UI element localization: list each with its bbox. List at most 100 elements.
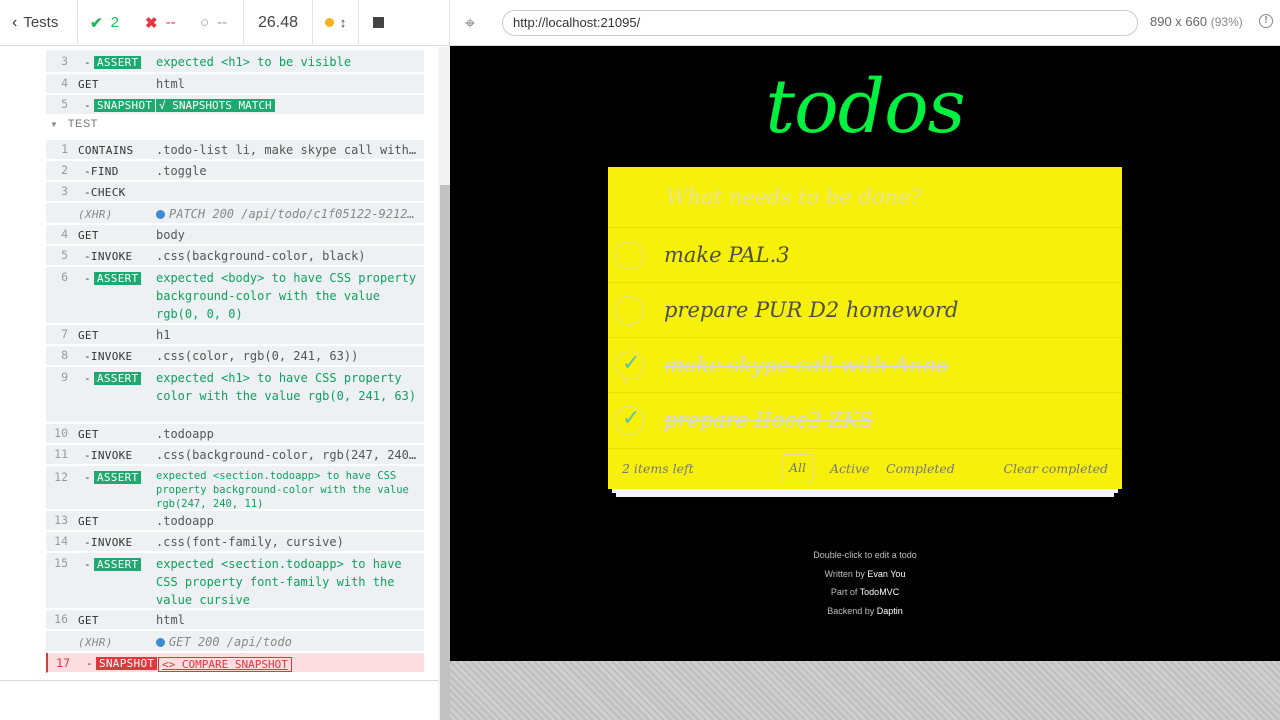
command-row[interactable]: 13 GET .todoapp (46, 511, 424, 531)
command-row[interactable]: 1 CONTAINS .todo-list li, make skype call … (46, 140, 424, 160)
command-row[interactable]: 4 GET body (46, 225, 424, 245)
command-number: 3 (61, 184, 68, 198)
command-message: .css(background-color, rgb(247, 240, 11)… (156, 448, 418, 462)
command-row[interactable]: 16 GET html (46, 610, 424, 630)
test-section-label: TEST (67, 118, 98, 130)
command-nesting-dash: - (84, 99, 91, 112)
pending-circle-icon: ○ (200, 14, 210, 31)
command-row[interactable]: 5 - SNAPSHOT √ SNAPSHOTS MATCH (46, 95, 424, 115)
todo-toggle[interactable] (615, 296, 644, 325)
command-message: GET 200 /api/todo (156, 633, 418, 651)
command-number: 16 (54, 612, 68, 626)
command-row[interactable]: 10 GET .todoapp (46, 424, 424, 444)
checkmark-icon: ✓ (622, 350, 641, 375)
auto-scroll-toggle[interactable]: ↕ (313, 0, 358, 46)
command-message: expected <h1> to have CSS property color… (156, 371, 417, 403)
command-log[interactable]: ▼ TEST 3- ASSERT expected <h1> to be visib… (0, 47, 438, 680)
todo-item[interactable]: make PAL.3 (608, 227, 1122, 282)
info-prefix: Written by (824, 568, 865, 579)
command-number: 4 (61, 227, 68, 241)
command-name: -INVOKE (84, 350, 133, 363)
todo-app: What needs to be done? make PAL.3 prepare… (608, 167, 1122, 489)
reporter-panel: ‹ Tests ✔ 2 ✖ -- ○ -- 26.48 ↕ ▼ TEST 3-A… (0, 0, 450, 720)
pending-count: -- (217, 14, 228, 31)
command-name: - SNAPSHOT (78, 99, 156, 112)
command-row[interactable]: 6 - ASSERT expected <body> to have CSS prop… (46, 267, 424, 324)
command-message: expected <body> to have CSS property bac… (156, 271, 417, 321)
collapse-triangle-icon: ▼ (50, 120, 59, 129)
info-icon[interactable]: ! (1259, 14, 1273, 28)
info-line: Backend by Daptin (450, 602, 1280, 621)
stop-button[interactable] (358, 0, 398, 46)
command-message: expected <section.todoapp> to have CSS p… (156, 557, 402, 607)
x-icon: ✖ (145, 14, 158, 32)
todo-toggle[interactable] (615, 241, 644, 270)
scrollbar-thumb[interactable] (440, 185, 450, 720)
stop-icon (373, 17, 384, 28)
todo-label[interactable]: prepare PUR D2 homeword (664, 283, 958, 338)
app-under-test: todos What needs to be done? make PAL.3 p… (450, 46, 1280, 661)
command-name: - ASSERT (78, 471, 142, 484)
command-row[interactable]: 4 GET html (46, 74, 424, 94)
command-row[interactable]: 14 -INVOKE .css(font-family, cursive) (46, 532, 424, 552)
viewport-dimensions: 890 x 660 (1150, 14, 1208, 29)
command-badge: ASSERT (93, 471, 142, 484)
tests-button[interactable]: ‹ Tests (0, 0, 78, 46)
command-row[interactable]: 17 - SNAPSHOT <> COMPARE SNAPSHOT (46, 653, 424, 673)
filter-all-link[interactable]: All (782, 454, 814, 482)
new-todo-input[interactable]: What needs to be done? (608, 167, 1122, 227)
command-message: html (156, 77, 185, 91)
command-row[interactable]: 2 -FIND .toggle (46, 161, 424, 181)
checkmark-icon: ✓ (622, 405, 641, 430)
filter-active-link[interactable]: Active (830, 461, 870, 476)
command-badge: SNAPSHOT (95, 657, 158, 670)
todo-footer: 2 items left All Active Completed Clear … (608, 448, 1122, 489)
command-nesting-dash: - (86, 657, 93, 670)
up-down-icon: ↕ (339, 15, 347, 30)
command-row[interactable]: (XHR) PATCH 200 /api/todo/c1f05122-9212-4… (46, 203, 424, 224)
command-message: .todoapp (156, 514, 214, 528)
todo-label[interactable]: make PAL.3 (664, 228, 790, 283)
todo-label[interactable]: make skype call with Anna (664, 338, 949, 393)
command-message: √ SNAPSHOTS MATCH (156, 96, 418, 115)
command-row[interactable]: 8 -INVOKE .css(color, rgb(0, 241, 63)) (46, 346, 424, 366)
viewport-size: 890 x 660 (93%) (1150, 14, 1243, 29)
todomvc-link[interactable]: TodoMVC (860, 587, 900, 597)
filter-completed-link[interactable]: Completed (886, 461, 955, 476)
url-bar[interactable]: http://localhost:21095/ (502, 10, 1138, 36)
command-number: 5 (61, 248, 68, 262)
command-message: expected <section.todoapp> to have CSS p… (156, 470, 409, 510)
xhr-status-dot-icon (156, 210, 165, 219)
command-badge: ASSERT (93, 56, 142, 69)
command-row[interactable]: 5 -INVOKE .css(background-color, black) (46, 246, 424, 266)
command-row[interactable]: 12 - ASSERT expected <section.todoapp> to h… (46, 466, 424, 510)
command-row[interactable]: 9 - ASSERT expected <h1> to have CSS proper… (46, 367, 424, 423)
command-row[interactable]: (XHR) GET 200 /api/todo (46, 631, 424, 652)
todo-label[interactable]: prepare IIoce2 ZKS (664, 393, 873, 448)
command-number: 15 (54, 556, 68, 570)
selector-playground-icon[interactable]: ⌖ (465, 13, 485, 33)
reporter-footer (0, 680, 438, 720)
command-number: 6 (61, 270, 68, 284)
backend-link[interactable]: Daptin (877, 606, 903, 616)
command-row[interactable]: 3 -CHECK (46, 182, 424, 202)
reporter-header: ‹ Tests ✔ 2 ✖ -- ○ -- 26.48 ↕ (0, 0, 450, 46)
command-name: GET (78, 428, 99, 441)
todo-item[interactable]: ✓ prepare IIoce2 ZKS (608, 392, 1122, 447)
todo-item[interactable]: prepare PUR D2 homeword (608, 282, 1122, 337)
page-title: todos (765, 64, 965, 150)
pending-stat: ○ -- (188, 0, 243, 46)
command-row[interactable]: 3 - ASSERT expected <h1> to be visible (46, 50, 424, 73)
command-number: 10 (54, 426, 68, 440)
failed-stat: ✖ -- (133, 0, 188, 46)
todo-item[interactable]: ✓ make skype call with Anna (608, 337, 1122, 392)
command-row[interactable]: 7 GET h1 (46, 325, 424, 345)
clear-completed-button[interactable]: Clear completed (1003, 461, 1108, 476)
command-number: 2 (61, 163, 68, 177)
command-name: GET (78, 515, 99, 528)
command-row[interactable]: 11 -INVOKE .css(background-color, rgb(247,… (46, 445, 424, 465)
command-row[interactable]: 15 - ASSERT expected <section.todoapp> to h… (46, 553, 424, 609)
author-link[interactable]: Evan You (867, 569, 905, 579)
command-name: GET (78, 229, 99, 242)
test-section-header[interactable]: ▼ TEST (50, 118, 98, 130)
